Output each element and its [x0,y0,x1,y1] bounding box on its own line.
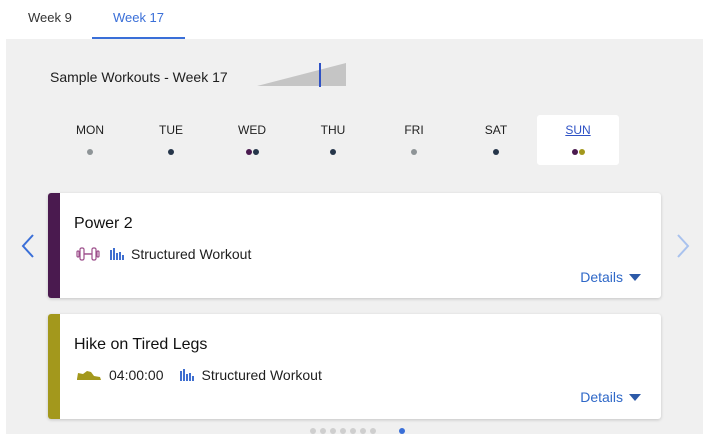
workout-color-bar [48,193,60,298]
day-label: TUE [159,123,183,137]
day-label: SAT [484,123,508,137]
dumbbell-icon [76,247,100,261]
day-label: MON [76,123,104,137]
tab-week-17[interactable]: Week 17 [92,0,185,39]
day-dots [292,149,374,157]
day-label: THU [320,123,346,137]
pager-dot[interactable] [320,428,326,434]
week-tabs: Week 9 Week 17 [0,0,703,39]
day-label: WED [238,123,266,137]
day-fri[interactable]: FRI [373,115,455,165]
day-mon[interactable]: MON [49,115,131,165]
pager-dot[interactable] [370,428,376,434]
day-dots [130,149,212,157]
workout-card-power-2[interactable]: Power 2 Structured Workout Details [48,193,661,298]
pager-dot-active[interactable] [399,428,405,434]
day-label: FRI [404,123,424,137]
pager-dot[interactable] [350,428,356,434]
day-label: SUN [565,123,591,137]
workout-dot [411,149,417,155]
day-tue[interactable]: TUE [130,115,212,165]
workout-dot [87,149,93,155]
ramp-marker [319,63,321,87]
details-label: Details [580,389,623,405]
workout-dot [571,149,578,155]
workout-type: Structured Workout [131,246,252,262]
structured-workout-icon [179,369,194,381]
ramp-shape [257,63,346,86]
week-panel: Sample Workouts - Week 17 MON TUE WED TH… [6,39,703,434]
shoe-icon [77,371,101,380]
tab-week-9[interactable]: Week 9 [14,0,84,39]
pager-dot[interactable] [330,428,336,434]
details-button[interactable]: Details [580,389,641,405]
workout-meta: 04:00:00 Structured Workout [76,367,322,383]
workout-color-bar [48,314,60,419]
workout-title: Hike on Tired Legs [74,336,208,353]
pager-dot[interactable] [310,428,316,434]
workout-dot [252,149,259,155]
workout-type: Structured Workout [201,367,322,383]
day-dots [455,149,537,157]
workout-dot [578,149,585,155]
caret-down-icon [629,273,641,281]
chevron-left-icon[interactable] [20,233,36,259]
workout-dot [168,149,174,155]
day-dots [49,149,131,157]
workout-meta: Structured Workout [76,246,251,262]
day-sun[interactable]: SUN [537,115,619,165]
caret-down-icon [629,393,641,401]
workout-card-hike[interactable]: Hike on Tired Legs 04:00:00 Structured W… [48,314,661,419]
day-thu[interactable]: THU [292,115,374,165]
workout-duration: 04:00:00 [109,367,164,383]
pager-dot[interactable] [340,428,346,434]
day-dots [373,149,455,157]
details-label: Details [580,269,623,285]
day-sat[interactable]: SAT [455,115,537,165]
day-wed[interactable]: WED [211,115,293,165]
details-button[interactable]: Details [580,269,641,285]
workout-dot [245,149,252,155]
pager-dot[interactable] [360,428,366,434]
intensity-ramp-slider[interactable] [257,63,347,87]
page-title: Sample Workouts - Week 17 [50,69,228,85]
chevron-right-icon[interactable] [675,233,691,259]
workout-dot [330,149,336,155]
workout-dot [493,149,499,155]
day-dots [537,149,619,157]
day-dots [211,149,293,157]
workout-title: Power 2 [74,215,133,232]
structured-workout-icon [110,248,124,260]
